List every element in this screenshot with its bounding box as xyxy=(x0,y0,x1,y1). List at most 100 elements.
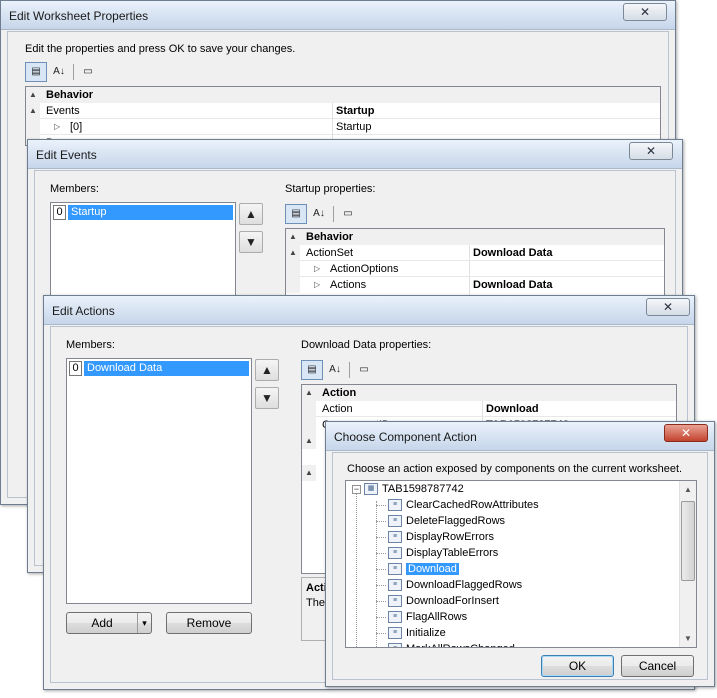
cancel-button[interactable]: Cancel xyxy=(621,655,694,677)
collapse-icon[interactable]: ▲ xyxy=(289,245,297,261)
collapse-icon[interactable]: ▲ xyxy=(289,229,297,245)
expand-icon[interactable]: ▷ xyxy=(314,277,320,293)
tree-item[interactable]: ≡ DownloadFlaggedRows xyxy=(388,577,522,593)
close-button[interactable]: ✕ xyxy=(646,298,690,316)
collapse-icon[interactable]: ▲ xyxy=(305,465,313,481)
category-label: Behavior xyxy=(46,89,94,101)
tree-guide xyxy=(376,633,386,634)
move-down-button[interactable]: ▼ xyxy=(255,387,279,409)
tree-root[interactable]: ▦ TAB1598787742 xyxy=(364,481,464,497)
close-button[interactable]: ✕ xyxy=(664,424,708,442)
property-row[interactable]: ▷ [0] Startup xyxy=(26,119,660,135)
tree-guide xyxy=(376,585,386,586)
collapse-icon[interactable]: − xyxy=(352,485,361,494)
property-value[interactable]: Startup xyxy=(336,103,375,119)
tree-item[interactable]: ≡ DisplayRowErrors xyxy=(388,529,494,545)
action-icon: ≡ xyxy=(388,515,402,528)
move-up-button[interactable]: ▲ xyxy=(239,203,263,225)
alphabetical-icon[interactable]: A↓ xyxy=(324,360,346,380)
property-pages-icon[interactable]: ▭ xyxy=(353,360,375,380)
property-name: Actions xyxy=(330,279,367,291)
scroll-up-icon[interactable]: ▲ xyxy=(680,481,696,498)
choose-component-action-window: Choose Component Action ✕ Choose an acti… xyxy=(325,421,715,687)
window-title: Edit Worksheet Properties xyxy=(9,9,149,23)
property-value[interactable]: Download Data xyxy=(473,245,552,261)
tree-item-label: DisplayTableErrors xyxy=(406,547,499,559)
action-icon: ≡ xyxy=(388,643,402,647)
property-name: Action xyxy=(322,403,353,415)
action-tree[interactable]: − ▦ TAB1598787742 ≡ ClearCachedRowAttribut… xyxy=(345,480,697,648)
move-up-button[interactable]: ▲ xyxy=(255,359,279,381)
property-name: [0] xyxy=(70,121,83,133)
item-name: Startup xyxy=(68,205,233,220)
category-row[interactable]: ▲ Behavior xyxy=(286,229,664,245)
property-name: ActionSet xyxy=(306,247,354,259)
title-bar[interactable]: Choose Component Action ✕ xyxy=(326,422,714,451)
close-button[interactable]: ✕ xyxy=(623,3,667,21)
tree-item-label: Download xyxy=(406,563,459,575)
close-button[interactable]: ✕ xyxy=(629,142,673,160)
tree-item[interactable]: ≡ ClearCachedRowAttributes xyxy=(388,497,539,513)
collapse-icon[interactable]: ▲ xyxy=(29,103,37,119)
tree-guide xyxy=(376,601,386,602)
tree-item[interactable]: ≡ Download xyxy=(388,561,459,577)
tree-item[interactable]: ≡ FlagAllRows xyxy=(388,609,467,625)
tree-item[interactable]: ≡ DeleteFlaggedRows xyxy=(388,513,505,529)
item-index: 0 xyxy=(69,361,82,376)
item-index: 0 xyxy=(53,205,66,220)
title-bar[interactable]: Edit Events ✕ xyxy=(28,140,682,169)
categorized-icon[interactable]: ▤ xyxy=(285,204,307,224)
property-row[interactable]: ▲ ActionSet Download Data xyxy=(286,245,664,261)
window-title: Edit Events xyxy=(36,148,97,162)
list-item[interactable]: 0 Download Data xyxy=(69,361,249,376)
property-toolbar: ▤ A↓ ▭ xyxy=(25,62,105,84)
expand-icon[interactable]: ▷ xyxy=(314,261,320,277)
categorized-icon[interactable]: ▤ xyxy=(25,62,47,82)
list-item[interactable]: 0 Startup xyxy=(53,205,233,220)
scroll-down-icon[interactable]: ▼ xyxy=(680,630,696,647)
tree-item[interactable]: ≡ Initialize xyxy=(388,625,446,641)
tree-guide xyxy=(356,493,357,647)
collapse-icon[interactable]: ▲ xyxy=(305,433,313,449)
property-row[interactable]: ▲ Events Startup xyxy=(26,103,660,119)
action-icon: ≡ xyxy=(388,547,402,560)
property-row[interactable]: Action Download xyxy=(302,401,676,417)
properties-label: Download Data properties: xyxy=(301,339,432,351)
tree-item[interactable]: ≡ DisplayTableErrors xyxy=(388,545,498,561)
property-pages-icon[interactable]: ▭ xyxy=(337,204,359,224)
remove-button[interactable]: Remove xyxy=(166,612,252,634)
members-list[interactable]: 0 Download Data xyxy=(66,358,252,604)
tree-guide xyxy=(376,537,386,538)
property-pages-icon[interactable]: ▭ xyxy=(77,62,99,82)
collapse-icon[interactable]: ▲ xyxy=(305,385,313,401)
tree-item-label: ClearCachedRowAttributes xyxy=(406,499,539,511)
property-value[interactable]: Startup xyxy=(336,119,371,135)
tree-item[interactable]: ≡ DownloadForInsert xyxy=(388,593,499,609)
add-button-label: Add xyxy=(91,616,113,630)
property-row[interactable]: ▷ ActionOptions xyxy=(286,261,664,277)
move-down-button[interactable]: ▼ xyxy=(239,231,263,253)
alphabetical-icon[interactable]: A↓ xyxy=(48,62,70,82)
property-grid[interactable]: ▲ Behavior ▲ Events Startup ▷ [0] Startu… xyxy=(25,86,661,146)
scroll-thumb[interactable] xyxy=(681,501,695,581)
add-button[interactable]: Add ▾ xyxy=(66,612,152,634)
description-title: Acti xyxy=(306,582,327,594)
chevron-down-icon[interactable]: ▾ xyxy=(137,613,151,633)
tree-item-label: FlagAllRows xyxy=(406,611,468,623)
property-row[interactable]: ▷ Actions Download Data xyxy=(286,277,664,293)
title-bar[interactable]: Edit Actions ✕ xyxy=(44,296,694,325)
categorized-icon[interactable]: ▤ xyxy=(301,360,323,380)
category-row[interactable]: ▲ Behavior xyxy=(26,87,660,103)
property-value[interactable]: Download Data xyxy=(473,277,552,293)
vertical-scrollbar[interactable]: ▲ ▼ xyxy=(679,481,696,647)
title-bar[interactable]: Edit Worksheet Properties ✕ xyxy=(1,1,675,30)
tree-guide xyxy=(376,505,386,506)
expand-icon[interactable]: ▷ xyxy=(54,119,60,135)
toolbar-separator xyxy=(349,362,350,378)
tree-item[interactable]: ≡ MarkAllRowsChanged xyxy=(388,641,515,647)
alphabetical-icon[interactable]: A↓ xyxy=(308,204,330,224)
property-value[interactable]: Download xyxy=(486,401,539,417)
collapse-icon[interactable]: ▲ xyxy=(29,87,37,103)
category-row[interactable]: ▲ Action xyxy=(302,385,676,401)
ok-button[interactable]: OK xyxy=(541,655,614,677)
